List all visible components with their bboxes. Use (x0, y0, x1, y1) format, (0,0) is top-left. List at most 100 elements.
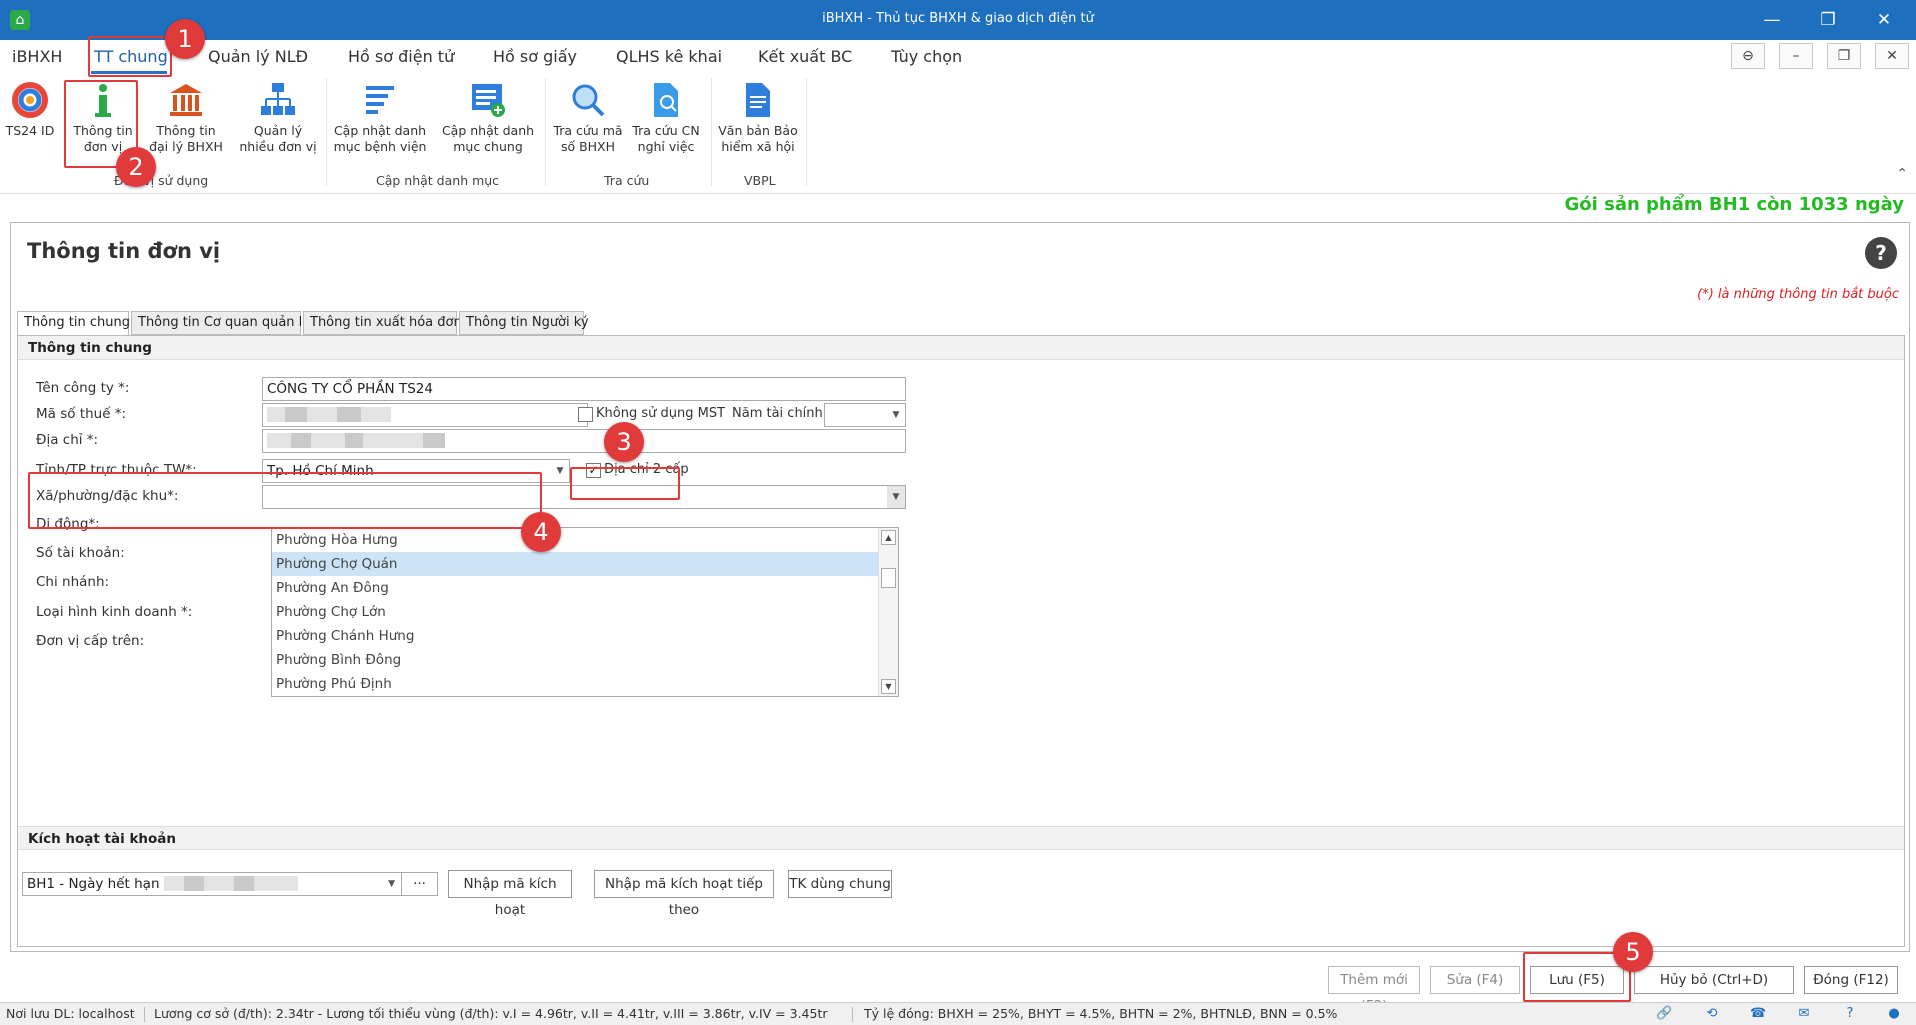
tab-xuat-hoa-don[interactable]: Thông tin xuất hóa đơn (303, 311, 462, 335)
link-icon[interactable]: 🔗 (1656, 1006, 1672, 1022)
enter-activation-code-button[interactable]: Nhập mã kích hoạt (448, 870, 572, 918)
help-icon[interactable]: ? (1865, 237, 1897, 269)
menu-ket-xuat-bc[interactable]: Kết xuất BC (758, 47, 852, 66)
list-item[interactable]: Phường Hòa Hưng (272, 528, 898, 552)
group-tra-cuu: Tra cứu (604, 173, 650, 188)
company-name-input[interactable]: CÔNG TY CỔ PHẦN TS24 (262, 377, 906, 401)
ribbon-label: đại lý BHXH (149, 139, 223, 154)
menu-qlhs-ke-khai[interactable]: QLHS kê khai (616, 47, 722, 66)
ribbon-cap-nhat-benh-vien[interactable]: Cập nhật danh mục bệnh viện (332, 80, 428, 155)
label-parent: Đơn vị cấp trên: (36, 633, 145, 649)
phone-icon[interactable]: ☎ (1750, 1006, 1766, 1022)
bank-icon (170, 84, 202, 116)
ribbon-label: mục chung (453, 139, 523, 154)
label-tax: Mã số thuế *: (36, 406, 127, 422)
list-item[interactable]: Phường Chánh Hưng (272, 624, 898, 648)
document-icon (746, 83, 770, 117)
list-item[interactable]: Phường Chợ Lớn (272, 600, 898, 624)
add-new-button[interactable]: Thêm mới (F2) (1328, 966, 1420, 1014)
ribbon-separator (806, 78, 807, 186)
menu-ho-so-dien-tu[interactable]: Hồ sơ điện tử (348, 47, 454, 66)
tab-co-quan-quan-ly[interactable]: Thông tin Cơ quan quản lý (131, 311, 310, 335)
scroll-up-icon[interactable]: ▲ (881, 530, 896, 545)
tax-code-input[interactable] (262, 403, 588, 427)
ward-dropdown-list[interactable]: Phường Hòa Hưng Phường Chợ Quán Phường A… (271, 527, 899, 697)
tab-nguoi-ky[interactable]: Thông tin Người ký (459, 311, 589, 335)
ribbon-label: Tra cứu CN (632, 123, 700, 138)
tab-thong-tin-chung[interactable]: Thông tin chung (17, 311, 130, 336)
no-tax-checkbox[interactable] (578, 407, 593, 422)
label-company: Tên công ty *: (36, 380, 130, 396)
redacted-text (183, 876, 204, 891)
org-chart-icon (261, 83, 295, 115)
doc-close-button[interactable]: ✕ (1875, 43, 1909, 69)
label-account: Số tài khoản: (36, 545, 125, 561)
refresh-link-icon[interactable]: ⟲ (1704, 1006, 1720, 1022)
redacted-text (337, 407, 361, 422)
ribbon-cap-nhat-chung[interactable]: Cập nhật danh mục chung (440, 80, 536, 155)
highlight-dia-chi-2-cap (570, 467, 680, 500)
status-salary: Lương cơ sở (đ/th): 2.34tr - Lương tối t… (154, 1006, 828, 1021)
fiscal-year-select[interactable]: ▼ (824, 403, 906, 427)
label-branch: Chi nhánh: (36, 574, 110, 590)
address-input[interactable] (262, 429, 906, 453)
menu-quan-ly-nld[interactable]: Quản lý NLĐ (208, 47, 308, 66)
ribbon-label: Thông tin (156, 123, 216, 138)
chat-icon[interactable]: ● (1886, 1006, 1902, 1022)
doc-search-icon (654, 83, 678, 117)
redacted-text (267, 407, 285, 422)
ribbon-van-ban-bhxh[interactable]: Văn bản Bảo hiểm xã hội (716, 80, 800, 155)
status-rates: Tỷ lệ đóng: BHXH = 25%, BHYT = 4.5%, BHT… (864, 1006, 1338, 1021)
ribbon-label: Cập nhật danh (441, 123, 535, 138)
doc-minimize-button[interactable]: – (1779, 43, 1813, 69)
redacted-text (163, 876, 184, 891)
list-scrollbar[interactable]: ▲ ▼ (878, 528, 898, 696)
ribbon-label: mục bệnh viện (333, 139, 427, 154)
ts24-logo-icon (12, 82, 48, 118)
minimize-button[interactable]: — (1750, 4, 1794, 36)
ribbon-label: Tra cứu mã (553, 123, 623, 138)
redacted-text (361, 407, 391, 422)
scroll-down-icon[interactable]: ▼ (881, 679, 896, 694)
callout-2: 2 (116, 147, 156, 187)
chevron-down-icon[interactable]: ▼ (887, 404, 905, 426)
fiscal-year-label: Năm tài chính: (732, 406, 828, 421)
ribbon-label: hiểm xã hội (721, 139, 795, 154)
chevron-down-icon[interactable]: ▼ (388, 873, 395, 895)
restore-button[interactable]: ❐ (1806, 4, 1850, 36)
activation-select[interactable]: BH1 - Ngày hết hạn ▼ ··· (22, 872, 438, 896)
doc-restore-button[interactable]: ❐ (1827, 43, 1861, 69)
list-item[interactable]: Phường Phú Định (272, 672, 898, 696)
menu-ibhxh[interactable]: iBHXH (12, 47, 62, 66)
menu-tuy-chon[interactable]: Tùy chọn (891, 47, 962, 66)
status-storage: Nơi lưu DL: localhost (6, 1006, 135, 1021)
close-form-button[interactable]: Đóng (F12) (1804, 966, 1898, 994)
cancel-button[interactable]: Hủy bỏ (Ctrl+D) (1634, 966, 1794, 994)
list-item[interactable]: Phường An Đông (272, 576, 898, 600)
mail-icon[interactable]: ✉ (1796, 1006, 1812, 1022)
close-button[interactable]: ✕ (1862, 4, 1906, 36)
help-circle-icon[interactable]: ? (1842, 1006, 1858, 1022)
ribbon-quan-ly-nhieu-don-vi[interactable]: Quản lý nhiều đơn vị (236, 80, 320, 155)
enter-next-activation-code-button[interactable]: Nhập mã kích hoạt tiếp theo (594, 870, 774, 918)
collapse-button[interactable]: ⊖ (1731, 43, 1765, 69)
ribbon-ts24-id[interactable]: TS24 ID (2, 80, 58, 139)
ribbon-tra-cuu-cn[interactable]: Tra cứu CN nghỉ việc (628, 80, 704, 155)
ribbon-label: Văn bản Bảo (718, 123, 798, 138)
chevron-down-icon[interactable]: ▼ (551, 460, 569, 482)
ribbon-tra-cuu-ma-so[interactable]: Tra cứu mã số BHXH (550, 80, 626, 155)
scroll-thumb[interactable] (881, 568, 896, 588)
callout-5: 5 (1613, 932, 1653, 972)
list-item[interactable]: Phường Bình Đông (272, 648, 898, 672)
edit-button[interactable]: Sửa (F4) (1430, 966, 1520, 994)
ribbon-thong-tin-dai-ly[interactable]: Thông tin đại lý BHXH (148, 80, 224, 155)
menu-ho-so-giay[interactable]: Hồ sơ giấy (493, 47, 577, 66)
list-item-selected[interactable]: Phường Chợ Quán (272, 552, 898, 576)
ribbon-collapse-icon[interactable]: ⌃ (1896, 166, 1908, 182)
ribbon-label: nghỉ việc (637, 139, 695, 154)
status-separator (852, 1007, 853, 1022)
chevron-down-icon[interactable]: ▼ (887, 486, 905, 508)
ribbon-label: số BHXH (560, 139, 616, 154)
shared-account-button[interactable]: TK dùng chung (788, 870, 892, 898)
more-button[interactable]: ··· (401, 873, 437, 895)
